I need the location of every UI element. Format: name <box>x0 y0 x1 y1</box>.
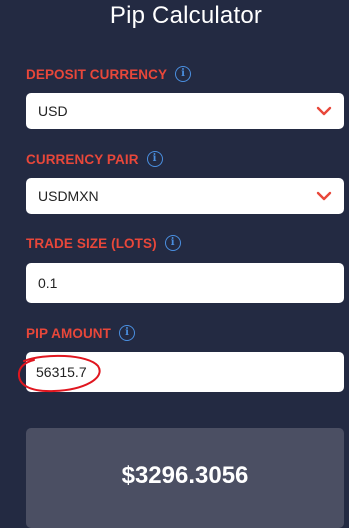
trade-size-label-row: TRADE SIZE (LOTS) i <box>26 235 181 251</box>
currency-pair-select[interactable]: USDMXN <box>26 178 344 214</box>
trade-size-input[interactable]: 0.1 <box>26 263 344 303</box>
info-icon[interactable]: i <box>119 325 136 341</box>
pip-amount-label: PIP AMOUNT <box>26 325 112 341</box>
info-icon[interactable]: i <box>146 151 163 167</box>
deposit-currency-label: DEPOSIT CURRENCY <box>26 66 168 82</box>
deposit-currency-label-row: DEPOSIT CURRENCY i <box>26 66 192 82</box>
chevron-down-icon[interactable] <box>316 191 332 201</box>
deposit-currency-select[interactable]: USD <box>26 93 344 129</box>
trade-size-label: TRADE SIZE (LOTS) <box>26 235 157 251</box>
info-icon[interactable]: i <box>164 235 181 251</box>
trade-size-value: 0.1 <box>38 275 58 291</box>
pip-amount-label-row: PIP AMOUNT i <box>26 325 136 341</box>
currency-pair-label-row: CURRENCY PAIR i <box>26 151 163 167</box>
currency-pair-label: CURRENCY PAIR <box>26 151 139 167</box>
result-card: $3296.3056 <box>26 428 344 528</box>
info-icon[interactable]: i <box>175 66 192 82</box>
pip-amount-value: 56315.7 <box>36 364 87 380</box>
chevron-down-icon[interactable] <box>316 106 332 116</box>
deposit-currency-value: USD <box>38 103 68 119</box>
pip-amount-input[interactable]: 56315.7 <box>26 352 344 392</box>
result-value: $3296.3056 <box>121 462 249 489</box>
currency-pair-value: USDMXN <box>38 188 99 204</box>
page-title: Pip Calculator <box>109 2 263 29</box>
